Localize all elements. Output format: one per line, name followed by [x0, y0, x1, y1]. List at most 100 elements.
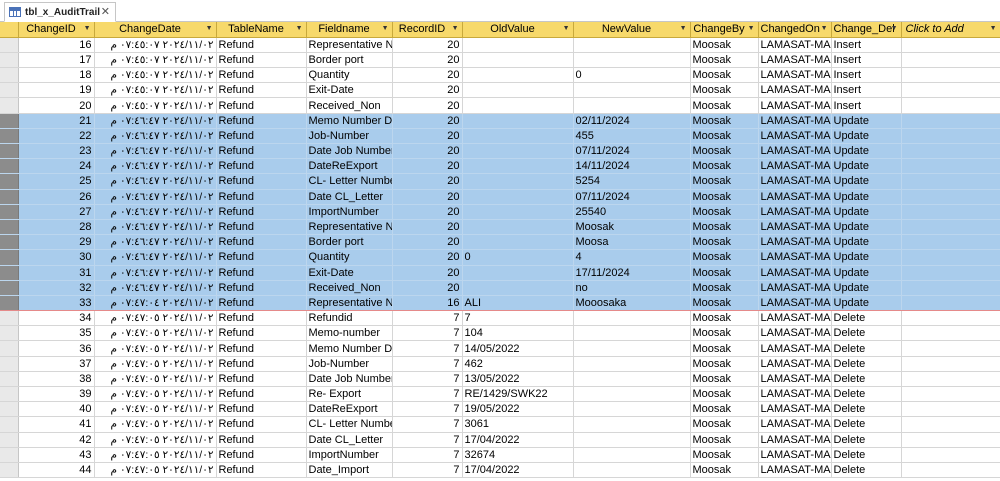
- cell-changedon[interactable]: LAMASAT-MAI: [758, 173, 832, 190]
- cell-newvalue[interactable]: [573, 447, 691, 463]
- cell-changeby[interactable]: Moosak: [690, 204, 759, 220]
- column-header-changeby[interactable]: ChangeBy ▼: [690, 22, 759, 38]
- cell-recordid[interactable]: 7: [392, 462, 463, 479]
- cell-change-del[interactable]: Update: [831, 219, 902, 236]
- cell-fieldname[interactable]: ImportNumber: [306, 204, 393, 220]
- cell-click-to-add[interactable]: [901, 189, 1000, 205]
- cell-tablename[interactable]: Refund: [216, 340, 307, 357]
- cell-tablename[interactable]: Refund: [216, 128, 307, 145]
- cell-tablename[interactable]: Refund: [216, 447, 307, 463]
- cell-changeid[interactable]: 34: [18, 310, 95, 327]
- cell-oldvalue[interactable]: [462, 173, 574, 190]
- table-row[interactable]: 41 ٢٠٢٤/١١/٠٢ ٠٧:٤٧:٠٥ م Refund CL- Letter …: [0, 416, 1000, 433]
- chevron-down-icon[interactable]: ▼: [891, 22, 898, 36]
- cell-oldvalue[interactable]: [462, 128, 574, 145]
- cell-change-del[interactable]: Update: [831, 158, 902, 175]
- cell-changeid[interactable]: 19: [18, 82, 95, 99]
- cell-changeid[interactable]: 27: [18, 204, 95, 220]
- row-selector[interactable]: [0, 265, 19, 281]
- cell-newvalue[interactable]: 25540: [573, 204, 691, 220]
- cell-click-to-add[interactable]: [901, 386, 1000, 403]
- cell-newvalue[interactable]: no: [573, 280, 691, 296]
- cell-oldvalue[interactable]: 14/05/2022: [462, 340, 574, 357]
- cell-changedon[interactable]: LAMASAT-MAI: [758, 82, 832, 99]
- cell-fieldname[interactable]: Re- Export: [306, 386, 393, 403]
- cell-oldvalue[interactable]: [462, 204, 574, 220]
- cell-fieldname[interactable]: ImportNumber: [306, 447, 393, 463]
- cell-oldvalue[interactable]: [462, 112, 574, 129]
- chevron-down-icon[interactable]: ▼: [206, 22, 213, 36]
- column-header-changedon[interactable]: ChangedOn ▼: [758, 22, 832, 38]
- cell-changeid[interactable]: 21: [18, 112, 95, 129]
- cell-changedate[interactable]: ٢٠٢٤/١١/٠٢ ٠٧:٤٦:٤٧ م: [94, 128, 217, 145]
- cell-recordid[interactable]: 7: [392, 325, 463, 342]
- cell-changeid[interactable]: 23: [18, 143, 95, 160]
- cell-changeby[interactable]: Moosak: [690, 432, 759, 448]
- cell-changeid[interactable]: 31: [18, 265, 95, 281]
- cell-click-to-add[interactable]: [901, 416, 1000, 433]
- cell-oldvalue[interactable]: [462, 37, 574, 53]
- table-row[interactable]: 28 ٢٠٢٤/١١/٠٢ ٠٧:٤٦:٤٧ م Refund Representat…: [0, 219, 1000, 236]
- cell-change-del[interactable]: Insert: [831, 52, 902, 69]
- cell-recordid[interactable]: 20: [392, 143, 463, 160]
- cell-changeid[interactable]: 40: [18, 401, 95, 418]
- cell-changedate[interactable]: ٢٠٢٤/١١/٠٢ ٠٧:٤٧:٠٥ م: [94, 371, 217, 388]
- cell-changeid[interactable]: 29: [18, 234, 95, 251]
- table-row[interactable]: 25 ٢٠٢٤/١١/٠٢ ٠٧:٤٦:٤٧ م Refund CL- Letter …: [0, 173, 1000, 190]
- cell-newvalue[interactable]: Moosa: [573, 234, 691, 251]
- cell-changedate[interactable]: ٢٠٢٤/١١/٠٢ ٠٧:٤٧:٠٥ م: [94, 447, 217, 463]
- cell-click-to-add[interactable]: [901, 295, 1000, 312]
- cell-click-to-add[interactable]: [901, 143, 1000, 160]
- column-header-oldvalue[interactable]: OldValue ▼: [462, 22, 574, 38]
- cell-tablename[interactable]: Refund: [216, 325, 307, 342]
- chevron-down-icon[interactable]: ▼: [748, 22, 755, 36]
- cell-newvalue[interactable]: [573, 371, 691, 388]
- cell-changedon[interactable]: LAMASAT-MAI: [758, 386, 832, 403]
- chevron-down-icon[interactable]: ▼: [452, 22, 459, 36]
- column-header-change-del[interactable]: Change_Del ▼: [831, 22, 902, 38]
- cell-click-to-add[interactable]: [901, 310, 1000, 327]
- table-row[interactable]: 37 ٢٠٢٤/١١/٠٢ ٠٧:٤٧:٠٥ م Refund Job-Number 7…: [0, 356, 1000, 372]
- cell-oldvalue[interactable]: [462, 219, 574, 236]
- cell-changedon[interactable]: LAMASAT-MAI: [758, 37, 832, 53]
- cell-changedate[interactable]: ٢٠٢٤/١١/٠٢ ٠٧:٤٧:٠٥ م: [94, 386, 217, 403]
- cell-changedate[interactable]: ٢٠٢٤/١١/٠٢ ٠٧:٤٦:٤٧ م: [94, 173, 217, 190]
- cell-changedate[interactable]: ٢٠٢٤/١١/٠٢ ٠٧:٤٦:٤٧ م: [94, 112, 217, 129]
- cell-changedon[interactable]: LAMASAT-MAI: [758, 462, 832, 479]
- cell-changedate[interactable]: ٢٠٢٤/١١/٠٢ ٠٧:٤٧:٠٥ م: [94, 310, 217, 327]
- cell-newvalue[interactable]: [573, 325, 691, 342]
- cell-newvalue[interactable]: 0: [573, 67, 691, 84]
- cell-changedate[interactable]: ٢٠٢٤/١١/٠٢ ٠٧:٤٧:٠٥ م: [94, 325, 217, 342]
- table-row[interactable]: 43 ٢٠٢٤/١١/٠٢ ٠٧:٤٧:٠٥ م Refund ImportNumbe…: [0, 447, 1000, 463]
- cell-click-to-add[interactable]: [901, 82, 1000, 99]
- chevron-down-icon[interactable]: ▼: [563, 22, 570, 36]
- cell-tablename[interactable]: Refund: [216, 295, 307, 312]
- cell-changedate[interactable]: ٢٠٢٤/١١/٠٢ ٠٧:٤٥:٠٧ م: [94, 52, 217, 69]
- row-selector[interactable]: [0, 295, 19, 312]
- cell-change-del[interactable]: Update: [831, 295, 902, 312]
- cell-oldvalue[interactable]: ALI: [462, 295, 574, 312]
- row-selector[interactable]: [0, 204, 19, 220]
- table-row[interactable]: 34 ٢٠٢٤/١١/٠٢ ٠٧:٤٧:٠٥ م Refund Refundid 7 7 M…: [0, 310, 1000, 327]
- cell-recordid[interactable]: 20: [392, 112, 463, 129]
- cell-tablename[interactable]: Refund: [216, 219, 307, 236]
- cell-newvalue[interactable]: 07/11/2024: [573, 189, 691, 205]
- cell-changeby[interactable]: Moosak: [690, 325, 759, 342]
- cell-changeid[interactable]: 39: [18, 386, 95, 403]
- cell-change-del[interactable]: Delete: [831, 416, 902, 433]
- cell-newvalue[interactable]: [573, 432, 691, 448]
- table-row[interactable]: 27 ٢٠٢٤/١١/٠٢ ٠٧:٤٦:٤٧ م Refund ImportNumbe…: [0, 204, 1000, 220]
- cell-change-del[interactable]: Delete: [831, 310, 902, 327]
- cell-recordid[interactable]: 20: [392, 204, 463, 220]
- cell-fieldname[interactable]: Date CL_Letter: [306, 432, 393, 448]
- cell-oldvalue[interactable]: 462: [462, 356, 574, 372]
- table-row[interactable]: 35 ٢٠٢٤/١١/٠٢ ٠٧:٤٧:٠٥ م Refund Memo-number…: [0, 325, 1000, 342]
- cell-tablename[interactable]: Refund: [216, 67, 307, 84]
- cell-click-to-add[interactable]: [901, 432, 1000, 448]
- cell-fieldname[interactable]: Representative N: [306, 37, 393, 53]
- table-row[interactable]: 42 ٢٠٢٤/١١/٠٢ ٠٧:٤٧:٠٥ م Refund Date CL_Let…: [0, 432, 1000, 448]
- cell-recordid[interactable]: 16: [392, 295, 463, 312]
- cell-recordid[interactable]: 7: [392, 432, 463, 448]
- cell-oldvalue[interactable]: [462, 158, 574, 175]
- cell-fieldname[interactable]: Exit-Date: [306, 265, 393, 281]
